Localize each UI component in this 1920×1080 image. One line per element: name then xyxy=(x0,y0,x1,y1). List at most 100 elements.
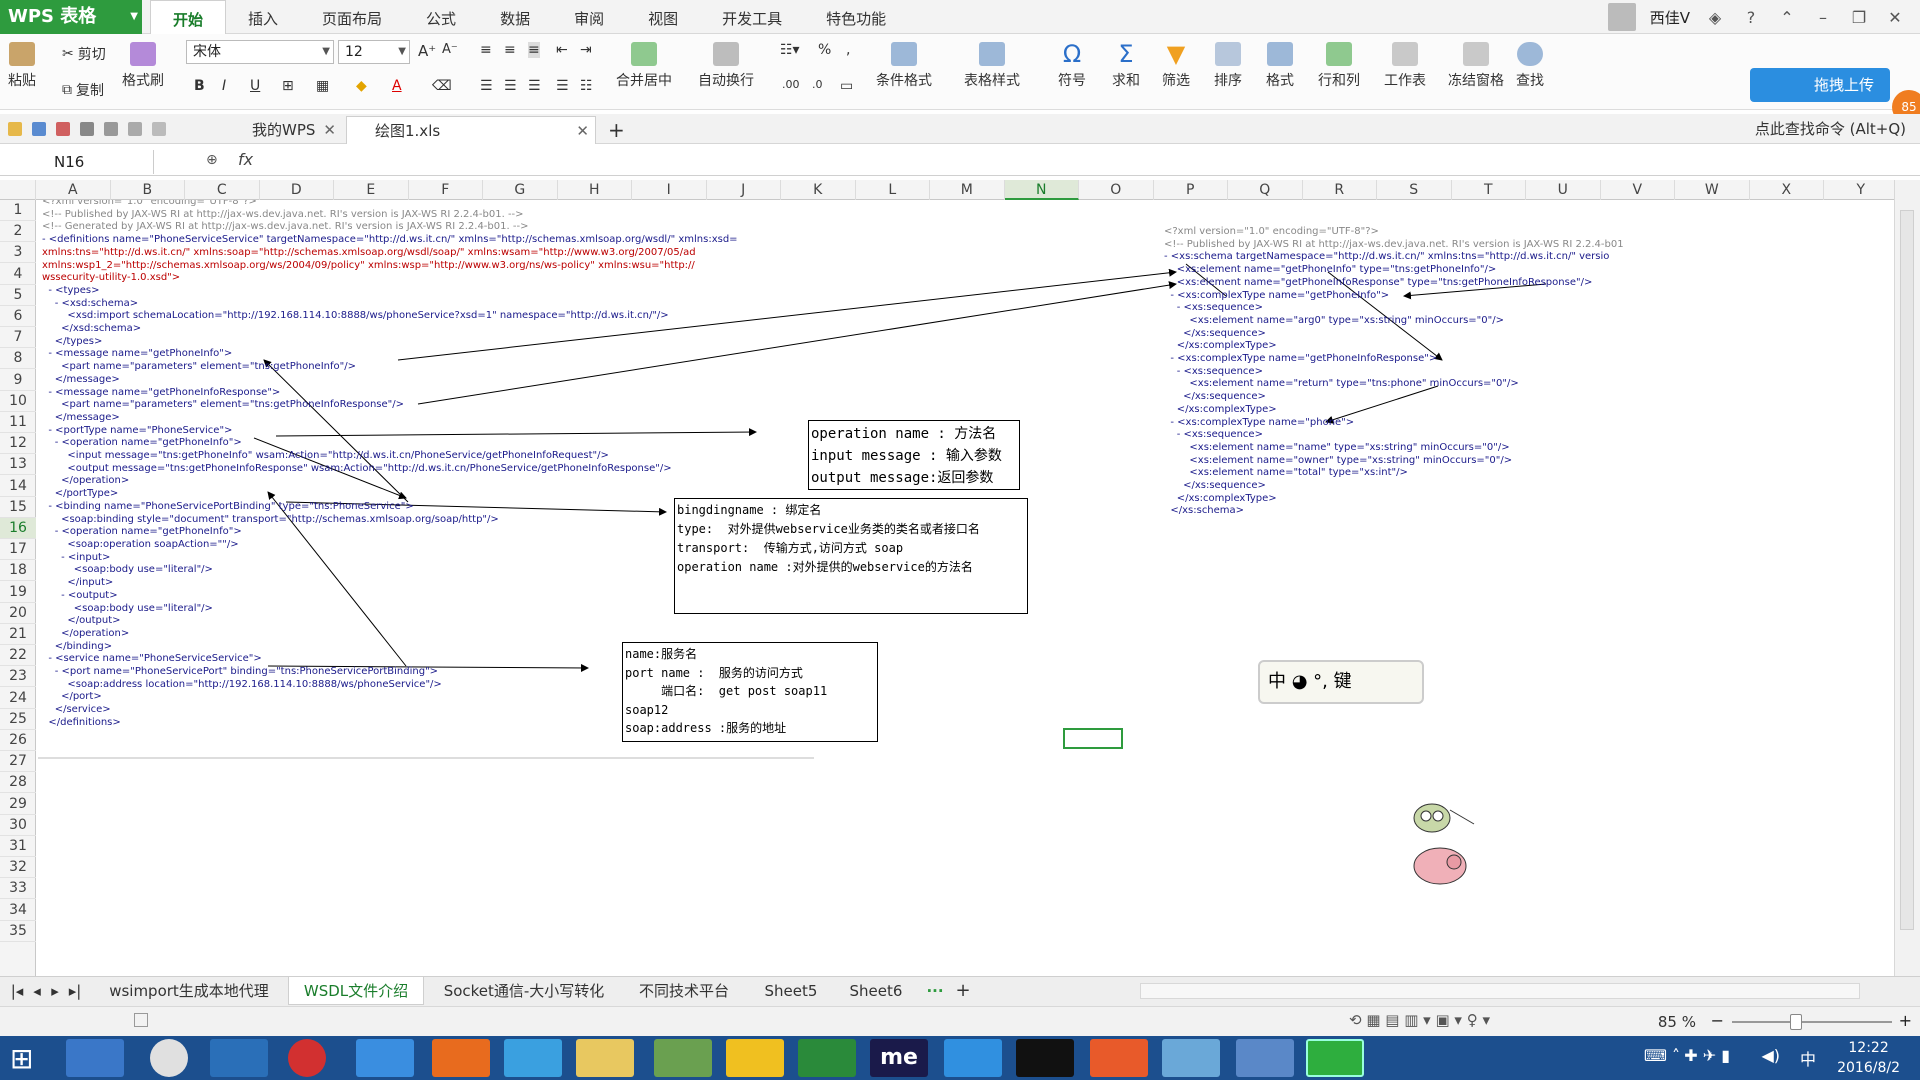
column-header-J[interactable]: J xyxy=(707,180,781,200)
column-header-D[interactable]: D xyxy=(260,180,334,200)
row-header-5[interactable]: 5 xyxy=(0,285,36,306)
volume-icon[interactable]: ◀) xyxy=(1761,1046,1780,1065)
number-dialog-icon[interactable]: ▭ xyxy=(840,78,853,94)
taskbar-app-book[interactable] xyxy=(798,1039,856,1077)
row-header-24[interactable]: 24 xyxy=(0,688,36,709)
row-header-22[interactable]: 22 xyxy=(0,645,36,667)
column-header-G[interactable]: G xyxy=(483,180,558,200)
indent-decrease-icon[interactable]: ⇤ xyxy=(556,42,568,58)
sheet-tab-1[interactable]: wsimport生成本地代理 xyxy=(92,977,286,1005)
row-header-8[interactable]: 8 xyxy=(0,348,36,370)
underline-icon[interactable]: U xyxy=(250,78,260,94)
minimize-icon[interactable]: – xyxy=(1812,8,1834,27)
sheet-tab-5[interactable]: Sheet5 xyxy=(746,977,836,1005)
align-top-icon[interactable]: ≡ xyxy=(480,42,492,58)
rows-cols-button[interactable]: 行和列 xyxy=(1318,42,1360,90)
taskbar-app-editor[interactable] xyxy=(654,1039,712,1077)
column-header-U[interactable]: U xyxy=(1526,180,1601,200)
taskbar-app-pdf[interactable] xyxy=(432,1039,490,1077)
cell-border-icon[interactable]: ▦ xyxy=(316,78,329,94)
column-header-K[interactable]: K xyxy=(781,180,856,200)
row-header-11[interactable]: 11 xyxy=(0,412,36,433)
worksheet-area[interactable]: <?xml version="1.0" encoding="UTF-8"?> <!… xyxy=(36,200,1894,976)
tab-features[interactable]: 特色功能 xyxy=(804,0,908,34)
tab-review[interactable]: 审阅 xyxy=(552,0,626,34)
row-header-3[interactable]: 3 xyxy=(0,242,36,264)
column-header-C[interactable]: C xyxy=(185,180,260,200)
taskbar-app-explorer[interactable] xyxy=(576,1039,634,1077)
distributed-icon[interactable]: ☷ xyxy=(580,78,593,94)
new-tab-icon[interactable]: + xyxy=(600,116,625,144)
column-header-A[interactable]: A xyxy=(36,180,111,200)
column-header-I[interactable]: I xyxy=(632,180,707,200)
taskbar-app-netease[interactable] xyxy=(288,1039,326,1077)
zoom-magnifier-icon[interactable]: ⊕ xyxy=(206,152,218,168)
tab-document[interactable]: 绘图1.xls ✕ xyxy=(346,116,596,144)
find-button[interactable]: 查找 xyxy=(1516,42,1544,90)
row-header-2[interactable]: 2 xyxy=(0,221,36,243)
decrease-decimal-icon[interactable]: .0 xyxy=(812,78,823,91)
sheet-tab-3[interactable]: Socket通信-大小写转化 xyxy=(426,977,622,1005)
decrease-font-icon[interactable]: A⁻ xyxy=(442,42,458,57)
add-sheet-icon[interactable]: + xyxy=(952,977,974,1005)
sheet-tab-2[interactable]: WSDL文件介绍 xyxy=(288,977,424,1005)
sheet-tab-6[interactable]: Sheet6 xyxy=(838,977,914,1005)
taskbar-app-me[interactable]: me xyxy=(870,1039,928,1077)
redo-icon[interactable] xyxy=(152,122,166,136)
name-box[interactable]: N16 xyxy=(0,150,154,174)
taskbar-app-note[interactable] xyxy=(356,1039,414,1077)
tab-view[interactable]: 视图 xyxy=(626,0,700,34)
close-icon[interactable]: ✕ xyxy=(576,117,589,145)
taskbar-app-remote[interactable] xyxy=(1162,1039,1220,1077)
row-header-19[interactable]: 19 xyxy=(0,582,36,603)
row-header-9[interactable]: 9 xyxy=(0,370,36,391)
app-menu-button[interactable]: WPS 表格 ▼ xyxy=(0,0,142,34)
column-header-H[interactable]: H xyxy=(558,180,632,200)
close-icon[interactable]: ✕ xyxy=(323,116,336,144)
border-icon[interactable]: ⊞ xyxy=(282,78,294,94)
row-header-35[interactable]: 35 xyxy=(0,921,36,942)
close-icon[interactable]: ✕ xyxy=(1884,8,1906,27)
format-painter-button[interactable]: 格式刷 xyxy=(122,42,164,90)
row-header-25[interactable]: 25 xyxy=(0,709,36,730)
taskbar-app-wps-spreadsheet[interactable] xyxy=(1306,1039,1364,1077)
freeze-panes-button[interactable]: 冻结窗格 xyxy=(1448,42,1504,90)
user-name[interactable]: 西佳V xyxy=(1650,7,1690,28)
next-sheet-icon[interactable]: ▸ xyxy=(48,977,62,1005)
formula-input[interactable] xyxy=(276,150,1906,174)
align-center-icon[interactable]: ☰ xyxy=(504,78,517,94)
symbol-button[interactable]: Ω 符号 xyxy=(1058,42,1086,90)
row-header-31[interactable]: 31 xyxy=(0,836,36,857)
select-all-corner[interactable] xyxy=(0,180,36,200)
taskbar-app-wps-writer[interactable] xyxy=(944,1039,1002,1077)
help-icon[interactable]: ? xyxy=(1740,8,1762,27)
column-header-O[interactable]: O xyxy=(1079,180,1154,200)
tab-developer[interactable]: 开发工具 xyxy=(700,0,804,34)
worksheet-button[interactable]: 工作表 xyxy=(1384,42,1426,90)
column-header-M[interactable]: M xyxy=(930,180,1005,200)
bold-icon[interactable]: B xyxy=(194,78,205,94)
column-header-E[interactable]: E xyxy=(334,180,409,200)
avatar[interactable] xyxy=(1607,3,1636,31)
taskbar-app-browser-360[interactable] xyxy=(66,1039,124,1077)
row-header-27[interactable]: 27 xyxy=(0,751,36,773)
print-icon[interactable] xyxy=(80,122,94,136)
windows-start-icon[interactable]: ⊞ xyxy=(10,1042,33,1075)
zoom-slider-handle[interactable] xyxy=(1790,1014,1802,1030)
fill-color-icon[interactable]: ◆ xyxy=(356,78,367,94)
print-preview-icon[interactable] xyxy=(104,122,118,136)
number-format-icon[interactable]: ☷▾ xyxy=(780,42,800,58)
keyboard-icon[interactable]: ⌨ ˄ xyxy=(1644,1046,1680,1065)
row-header-12[interactable]: 12 xyxy=(0,433,36,455)
skin-icon[interactable]: ◈ xyxy=(1704,8,1726,27)
column-header-F[interactable]: F xyxy=(409,180,483,200)
paste-button[interactable]: 粘贴 xyxy=(8,42,36,90)
taskbar-app-chrome[interactable] xyxy=(150,1039,188,1077)
taskbar-app-computer[interactable] xyxy=(1236,1039,1294,1077)
undo-icon[interactable] xyxy=(128,122,142,136)
indent-increase-icon[interactable]: ⇥ xyxy=(580,42,592,58)
scroll-thumb[interactable] xyxy=(1900,210,1914,930)
column-header-N[interactable]: N xyxy=(1004,180,1079,200)
wrap-text-button[interactable]: 自动换行 xyxy=(698,42,754,90)
increase-decimal-icon[interactable]: .00 xyxy=(782,78,800,91)
